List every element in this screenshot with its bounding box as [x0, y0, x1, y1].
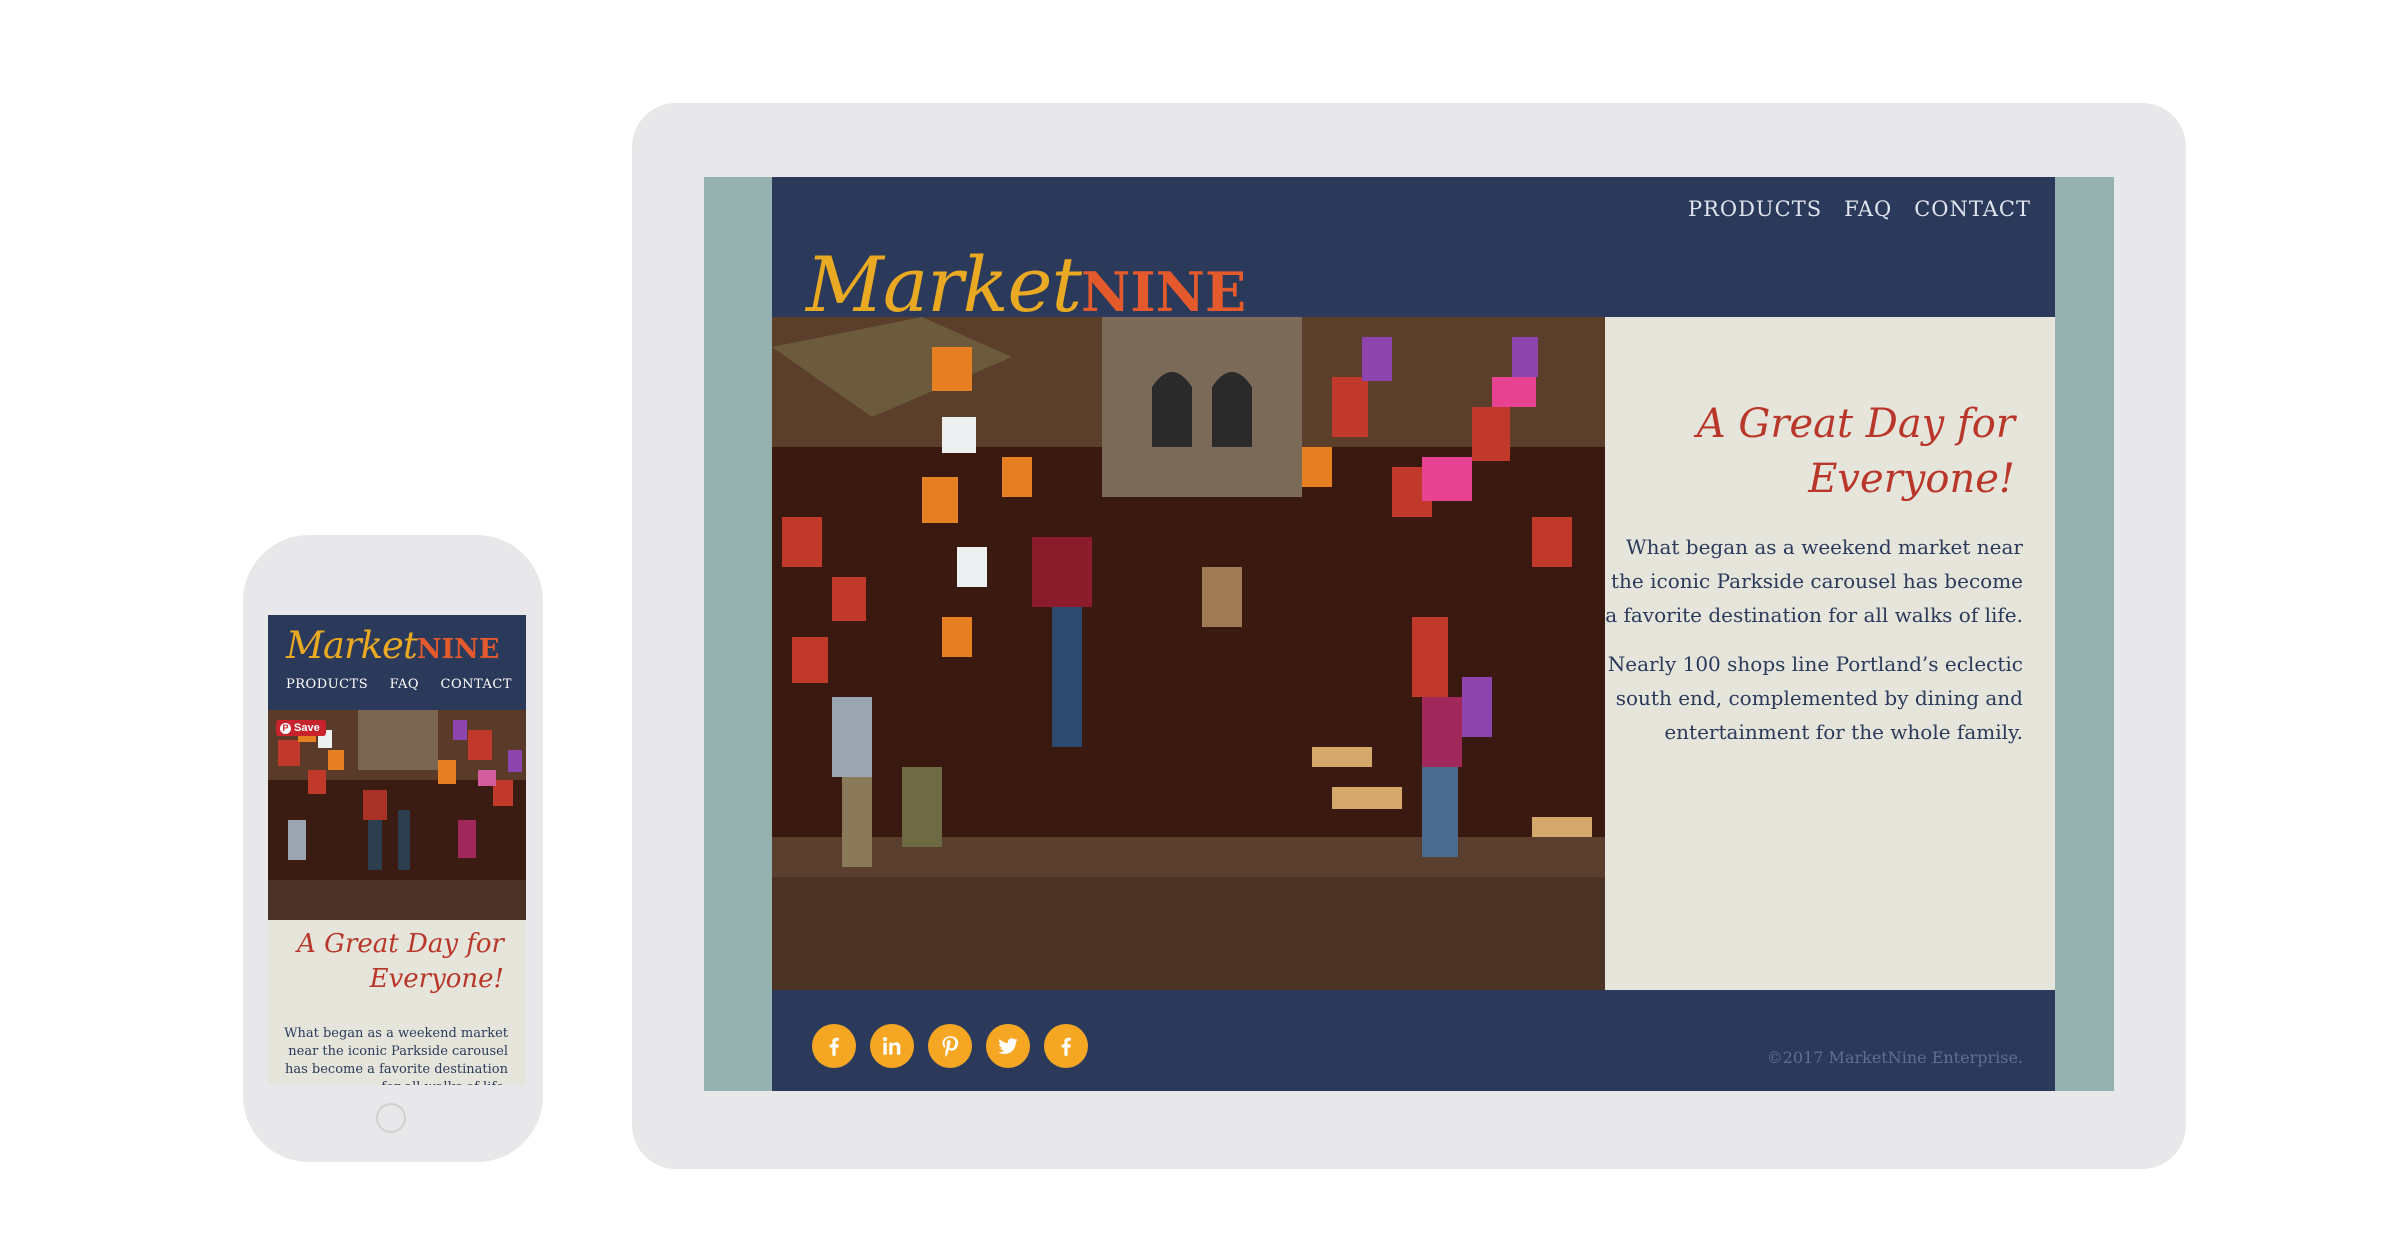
mobile-intro-text: What began as a weekend market near the …: [284, 1026, 508, 1085]
twitter-icon[interactable]: [986, 1024, 1030, 1068]
tablet-logo[interactable]: MarketNINE: [806, 247, 1246, 323]
logo-market-text: Market: [806, 240, 1082, 329]
tablet-page: PRODUCTS FAQ CONTACT MarketNINE A Great …: [772, 177, 2055, 1091]
logo-market-text: Market: [286, 624, 418, 667]
logo-nine-text: NINE: [1081, 260, 1247, 324]
mobile-heading-line2: Everyone!: [369, 964, 504, 994]
social-links: [812, 1024, 1088, 1068]
tablet-nav: PRODUCTS FAQ CONTACT: [1688, 197, 2031, 221]
tablet-heading-line1: A Great Day for: [1696, 401, 2015, 447]
phone-screen: MarketNINE PRODUCTS FAQ CONTACT P Save A…: [268, 615, 526, 1085]
pinterest-icon: P: [280, 722, 291, 734]
pinterest-icon[interactable]: [928, 1024, 972, 1068]
tablet-content-panel: A Great Day for Everyone! What began as …: [1605, 317, 2055, 990]
mobile-nav: PRODUCTS FAQ CONTACT: [286, 677, 512, 692]
market-photo-illustration: [268, 710, 526, 920]
linkedin-icon[interactable]: [870, 1024, 914, 1068]
tablet-mockup: PRODUCTS FAQ CONTACT MarketNINE A Great …: [632, 103, 2186, 1169]
phone-mockup: MarketNINE PRODUCTS FAQ CONTACT P Save A…: [243, 535, 543, 1162]
nav-faq[interactable]: FAQ: [1844, 197, 1892, 221]
save-label: Save: [294, 722, 320, 734]
logo-nine-text: NINE: [416, 634, 500, 665]
mobile-nav-contact[interactable]: CONTACT: [441, 677, 512, 692]
mobile-nav-products[interactable]: PRODUCTS: [286, 677, 368, 692]
market-photo-illustration: [772, 317, 1605, 990]
facebook-icon[interactable]: [1044, 1024, 1088, 1068]
pinterest-save-button[interactable]: P Save: [276, 720, 326, 736]
nav-products[interactable]: PRODUCTS: [1688, 197, 1822, 221]
mobile-logo[interactable]: MarketNINE: [286, 627, 499, 664]
tablet-header: PRODUCTS FAQ CONTACT MarketNINE: [772, 177, 2055, 323]
mobile-heading: A Great Day for Everyone!: [284, 927, 504, 997]
mobile-heading-line1: A Great Day for: [297, 929, 504, 959]
mobile-market-photo: P Save: [268, 710, 526, 920]
tablet-screen: PRODUCTS FAQ CONTACT MarketNINE A Great …: [704, 177, 2114, 1091]
copyright-text: ©2017 MarketNine Enterprise.: [1766, 1048, 2023, 1067]
tablet-footer: ©2017 MarketNine Enterprise.: [772, 990, 2055, 1091]
tablet-market-photo: [772, 317, 1605, 990]
phone-home-button[interactable]: [376, 1103, 406, 1133]
nav-contact[interactable]: CONTACT: [1914, 197, 2031, 221]
mobile-nav-faq[interactable]: FAQ: [390, 677, 419, 692]
mobile-header: MarketNINE PRODUCTS FAQ CONTACT: [268, 615, 526, 710]
tablet-paragraph-1: What began as a weekend market near the …: [1605, 535, 2023, 627]
tablet-paragraph-2: Nearly 100 shops line Portland’s eclecti…: [1607, 652, 2023, 744]
facebook-icon[interactable]: [812, 1024, 856, 1068]
tablet-heading: A Great Day for Everyone!: [1615, 397, 2015, 507]
tablet-heading-line2: Everyone!: [1808, 456, 2015, 502]
